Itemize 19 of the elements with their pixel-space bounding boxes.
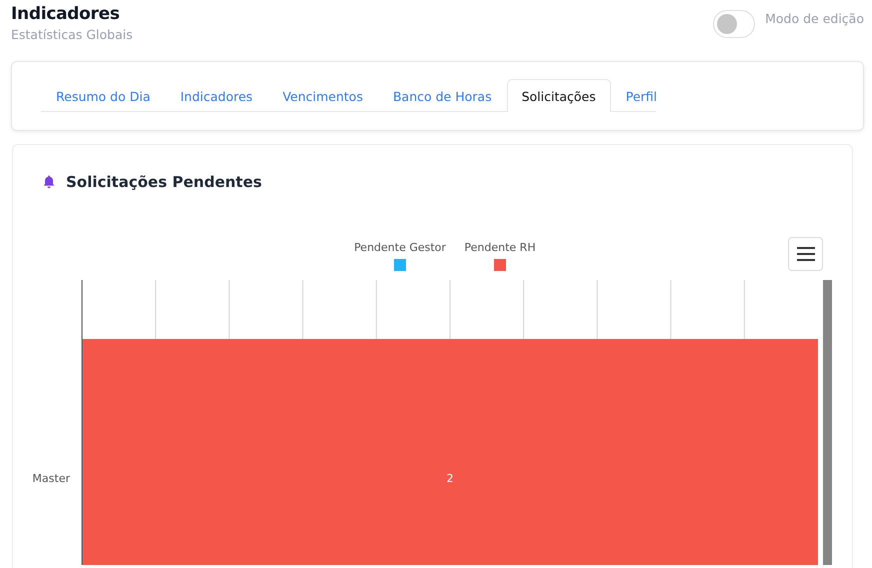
tab[interactable]: Banco de Horas <box>378 79 507 112</box>
data-label: 2 <box>446 472 454 485</box>
edit-mode-label: Modo de edição <box>765 11 864 26</box>
menu-button[interactable] <box>788 237 823 271</box>
tab[interactable]: Resumo do Dia <box>41 79 166 112</box>
tab[interactable]: Vencimentos <box>268 79 378 112</box>
category-label: Master <box>32 472 70 485</box>
legend-label: Pendente Gestor <box>354 241 446 254</box>
menu-icon <box>796 247 814 261</box>
panel-title: Solicitações Pendentes <box>66 173 262 191</box>
bell-icon <box>41 174 57 190</box>
scrollbar[interactable] <box>823 280 832 565</box>
edit-mode-toggle[interactable] <box>713 10 756 38</box>
page-title: Indicadores <box>11 4 121 24</box>
tab[interactable]: Indicadores <box>165 79 268 112</box>
tab[interactable]: Solicitações <box>506 79 611 112</box>
tab[interactable]: Perfil <box>610 79 672 112</box>
legend-label: Pendente RH <box>464 241 536 254</box>
page-subtitle: Estatísticas Globais <box>11 27 133 42</box>
